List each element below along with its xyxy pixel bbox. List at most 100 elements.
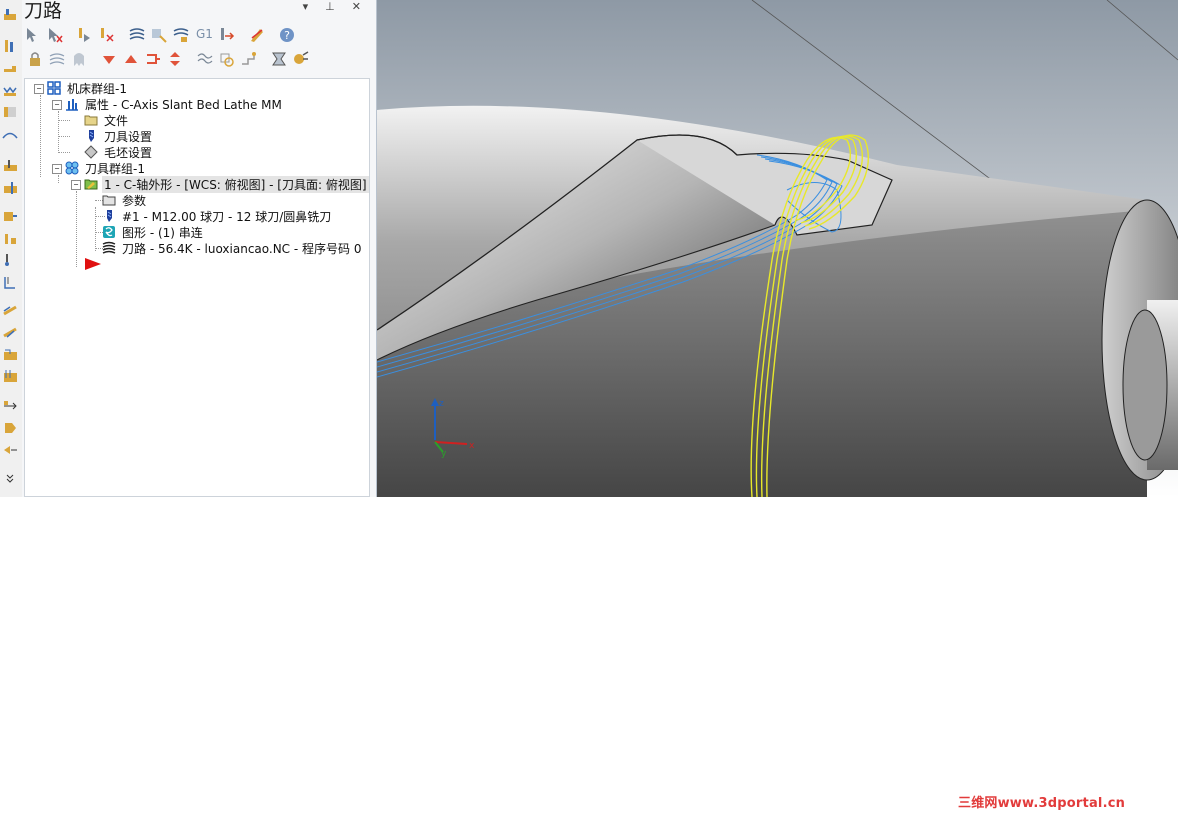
machine-group-icon <box>47 81 61 95</box>
lathe-plunge-icon[interactable] <box>2 208 19 225</box>
folder-icon <box>84 115 98 126</box>
tree-item-label: #1 - M12.00 球刀 - 12 球刀/圆鼻铣刀 <box>122 209 332 224</box>
c-axis-cross-icon[interactable] <box>2 368 19 385</box>
ball-mill-tool-icon <box>107 210 112 222</box>
expand-toggle-properties[interactable]: − <box>52 100 62 110</box>
x-axis-label: x <box>469 441 475 451</box>
operations-tree: − − − − 机床群组-1 属性 - C-Axis Slant Bed Lat… <box>24 78 370 497</box>
tree-item-label: 毛坯设置 <box>104 145 153 160</box>
lathe-tailstock-icon[interactable] <box>2 252 19 269</box>
tree-item-label: 刀路 - 56.4K - luoxiancao.NC - 程序号码 0 <box>122 241 362 256</box>
lathe-groove-icon[interactable] <box>2 60 19 77</box>
geometry-chain-icon <box>103 226 115 238</box>
tree-item-toolpath[interactable]: 刀路 - 56.4K - luoxiancao.NC - 程序号码 0 <box>102 240 363 256</box>
lathe-rough-icon[interactable] <box>2 6 19 23</box>
properties-icon <box>66 99 78 111</box>
highlight-icon[interactable] <box>248 26 266 44</box>
z-axis-label: z <box>439 399 444 409</box>
lathe-contour-icon[interactable] <box>2 126 19 143</box>
clear-tool-icon[interactable] <box>98 26 116 44</box>
post-icon[interactable] <box>218 26 236 44</box>
panel-window-controls[interactable]: ▾ ⊥ ✕ <box>303 0 368 13</box>
deselect-icon[interactable] <box>46 26 64 44</box>
c-axis-drill-icon[interactable] <box>2 324 19 341</box>
toolpath-waves-icon <box>102 241 116 254</box>
lathe-face-icon[interactable] <box>2 104 19 121</box>
expand-toggle-operation[interactable]: − <box>71 180 81 190</box>
tree-item-label: 1 - C-轴外形 - [WCS: 俯视图] - [刀具面: 俯视图] <box>102 175 369 193</box>
toolpath-group-icon <box>65 161 79 175</box>
regen-dirty-icon[interactable] <box>150 26 168 44</box>
c-axis-contour-icon[interactable] <box>2 302 19 319</box>
tree-item-stock-setup[interactable]: 毛坯设置 <box>84 144 154 160</box>
tree-item-parameters[interactable]: 参数 <box>102 192 148 208</box>
toolbar-row-1: G1 ? <box>24 26 364 48</box>
move-down-icon[interactable] <box>100 50 118 68</box>
tree-item-label: 刀具设置 <box>104 129 153 144</box>
select-tool-icon[interactable] <box>76 26 94 44</box>
tree-item-label: 刀具群组-1 <box>85 161 145 176</box>
tree-item-machine-group[interactable]: 机床群组-1 <box>47 80 129 96</box>
tree-item-label: 属性 - C-Axis Slant Bed Lathe MM <box>85 97 282 112</box>
insert-arrow-marker-icon[interactable] <box>84 257 102 271</box>
select-all-icon[interactable] <box>24 26 42 44</box>
y-axis-label: y <box>441 449 447 459</box>
tree-item-files[interactable]: 文件 <box>84 112 130 128</box>
lathe-finish-icon[interactable] <box>2 38 19 55</box>
lathe-cutoff-icon[interactable] <box>2 180 19 197</box>
more-tools-chevron-icon[interactable] <box>2 470 19 487</box>
stub-end-face <box>1122 309 1168 461</box>
toggle-post-icon[interactable] <box>70 50 88 68</box>
insert-arrow-icon[interactable] <box>144 50 162 68</box>
lathe-drill-icon[interactable] <box>2 158 19 175</box>
tree-item-operation[interactable]: 1 - C-轴外形 - [WCS: 俯视图] - [刀具面: 俯视图] <box>84 175 369 193</box>
simulate-icon[interactable] <box>292 50 310 68</box>
tree-connector <box>58 175 59 183</box>
stock-setup-icon <box>84 145 98 159</box>
tree-item-label: 机床群组-1 <box>67 81 127 96</box>
graphics-viewport[interactable]: z x y <box>377 0 1178 497</box>
lathe-thread-icon[interactable] <box>2 82 19 99</box>
regen-selected-icon[interactable] <box>172 26 190 44</box>
lathe-steady-rest-icon[interactable] <box>2 274 19 291</box>
tree-connector <box>58 136 70 137</box>
tool-settings-icon <box>89 130 94 142</box>
stock-icon[interactable] <box>218 50 236 68</box>
wave-icon[interactable] <box>196 50 214 68</box>
c-axis-face-icon[interactable] <box>2 346 19 363</box>
tree-item-tool-settings[interactable]: 刀具设置 <box>84 128 154 144</box>
transform-icon[interactable] <box>2 398 19 415</box>
bar-feed-icon[interactable] <box>2 442 19 459</box>
backplot-icon[interactable] <box>240 50 258 68</box>
verify-icon[interactable] <box>270 50 288 68</box>
scroll-icon[interactable] <box>166 50 184 68</box>
operation-folder-icon <box>84 179 98 190</box>
tree-item-properties[interactable]: 属性 - C-Axis Slant Bed Lathe MM <box>65 96 284 112</box>
panel-title: 刀路 <box>24 0 63 22</box>
tree-connector <box>58 120 70 121</box>
svg-text:?: ? <box>284 29 290 42</box>
move-up-icon[interactable] <box>122 50 140 68</box>
tree-connector <box>95 207 96 251</box>
tree-connector <box>76 191 77 267</box>
expand-toggle-toolpath-group[interactable]: − <box>52 164 62 174</box>
left-vertical-toolbar <box>0 0 23 497</box>
g1-icon[interactable]: G1 <box>196 27 214 45</box>
lathe-stock-flip-icon[interactable] <box>2 230 19 247</box>
tree-item-tool[interactable]: #1 - M12.00 球刀 - 12 球刀/圆鼻铣刀 <box>102 208 333 224</box>
parameters-icon <box>102 195 116 206</box>
tree-item-toolpath-group[interactable]: 刀具群组-1 <box>65 160 147 176</box>
tree-connector <box>40 95 41 177</box>
tree-connector <box>58 152 70 153</box>
lock-icon[interactable] <box>26 50 44 68</box>
expand-toggle-machine-group[interactable]: − <box>34 84 44 94</box>
viewport-scene: z x y <box>377 0 1178 497</box>
toolbar-row-2 <box>24 50 364 72</box>
tree-item-label: 图形 - (1) 串连 <box>122 225 203 240</box>
chuck-icon[interactable] <box>2 420 19 437</box>
watermark: 三维网www.3dportal.cn <box>958 796 1126 811</box>
help-icon[interactable]: ? <box>278 26 296 44</box>
regen-all-icon[interactable] <box>128 26 146 44</box>
toggle-display-icon[interactable] <box>48 50 66 68</box>
tree-item-geometry[interactable]: 图形 - (1) 串连 <box>102 224 205 240</box>
